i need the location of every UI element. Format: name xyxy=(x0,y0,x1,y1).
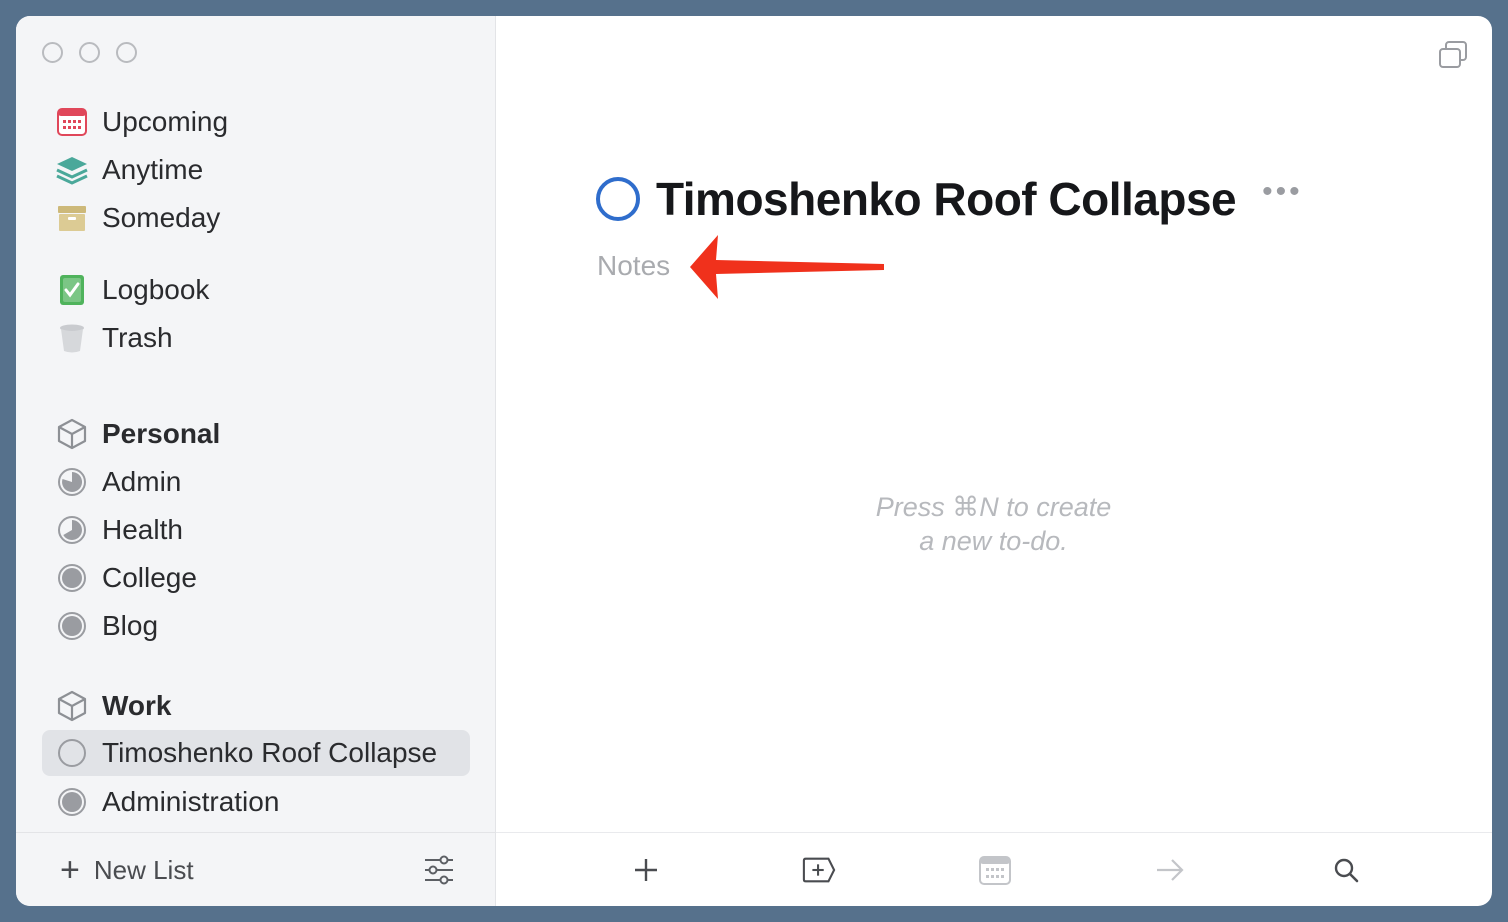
project-title[interactable]: Timoshenko Roof Collapse xyxy=(656,172,1237,226)
sliders-icon xyxy=(425,855,453,885)
move-button xyxy=(1153,853,1187,887)
area-box-icon xyxy=(56,418,88,450)
trash-icon xyxy=(56,322,88,354)
sidebar-project-college[interactable]: College xyxy=(42,555,197,601)
sidebar-item-label: Logbook xyxy=(102,274,210,305)
sidebar-item-logbook[interactable]: Logbook xyxy=(42,267,209,313)
sidebar-project-label: Health xyxy=(102,514,183,545)
archive-box-icon xyxy=(56,202,88,234)
empty-hint-line: a new to-do. xyxy=(919,526,1068,556)
annotation-arrow xyxy=(690,235,884,299)
project-progress-icon xyxy=(56,514,88,546)
sidebar-area-label: Personal xyxy=(102,418,221,449)
plus-icon xyxy=(635,859,657,881)
sidebar-item-label: Trash xyxy=(102,322,173,353)
sidebar-project-health[interactable]: Health xyxy=(42,507,183,553)
duplicate-window-icon xyxy=(1439,41,1467,68)
filter-settings-button[interactable] xyxy=(422,853,456,887)
sidebar-area-work[interactable]: Work xyxy=(42,683,172,729)
sidebar-project-blog[interactable]: Blog xyxy=(42,603,158,649)
empty-state-hint: Press ⌘N to create a new to-do. xyxy=(796,490,1191,558)
sidebar-project-administration[interactable]: Administration xyxy=(42,779,279,825)
project-progress-icon xyxy=(56,737,88,769)
close-window-button[interactable] xyxy=(42,42,63,63)
sidebar-area-label: Work xyxy=(102,690,172,721)
main-content: Timoshenko Roof Collapse ••• Notes Press… xyxy=(496,16,1492,906)
new-list-button[interactable]: + New List xyxy=(60,853,194,887)
sidebar-area-personal[interactable]: Personal xyxy=(42,411,220,457)
calendar-icon xyxy=(979,856,1011,885)
sidebar-project-label: Timoshenko Roof Collapse xyxy=(102,737,438,768)
project-complete-checkbox[interactable] xyxy=(596,177,640,221)
sidebar-item-anytime[interactable]: Anytime xyxy=(42,147,203,193)
project-progress-icon xyxy=(56,786,88,818)
project-progress-icon xyxy=(56,610,88,642)
new-todo-button[interactable] xyxy=(629,853,663,887)
project-heading: Timoshenko Roof Collapse ••• xyxy=(596,172,1303,226)
checkmark-book-icon xyxy=(56,274,88,306)
plus-icon: + xyxy=(60,851,80,889)
notes-field[interactable]: Notes xyxy=(597,250,670,282)
window-controls xyxy=(42,42,137,63)
add-heading-icon xyxy=(802,857,836,883)
project-progress-icon xyxy=(56,466,88,498)
area-box-icon xyxy=(56,690,88,722)
project-progress-icon xyxy=(56,562,88,594)
zoom-window-button[interactable] xyxy=(116,42,137,63)
sidebar-item-label: Anytime xyxy=(102,154,204,185)
arrow-right-icon xyxy=(1157,859,1184,881)
new-heading-button[interactable] xyxy=(802,853,836,887)
more-options-button[interactable]: ••• xyxy=(1262,177,1303,207)
sidebar-item-label: Someday xyxy=(102,202,221,233)
sidebar-project-label: College xyxy=(102,562,197,593)
sidebar-item-trash[interactable]: Trash xyxy=(42,315,173,361)
sidebar-project-label: Administration xyxy=(102,786,280,817)
sidebar-project-admin[interactable]: Admin xyxy=(42,459,181,505)
sidebar-item-upcoming[interactable]: Upcoming xyxy=(42,99,228,145)
schedule-button xyxy=(978,853,1012,887)
new-list-label: New List xyxy=(93,854,194,885)
new-window-button[interactable] xyxy=(1438,40,1468,70)
search-button[interactable] xyxy=(1329,853,1363,887)
sidebar: Upcoming Anytime Someday Logbook Trash P… xyxy=(16,16,496,906)
sidebar-project-label: Blog xyxy=(102,610,159,641)
sidebar-footer: + New List xyxy=(16,832,495,906)
app-window: Upcoming Anytime Someday Logbook Trash P… xyxy=(16,16,1492,906)
minimize-window-button[interactable] xyxy=(79,42,100,63)
layers-icon xyxy=(56,154,88,186)
search-icon xyxy=(1334,858,1359,883)
calendar-icon xyxy=(56,106,88,138)
sidebar-item-someday[interactable]: Someday xyxy=(42,195,220,241)
empty-hint-line: Press ⌘N to create xyxy=(875,492,1112,522)
bottom-toolbar xyxy=(496,832,1492,906)
sidebar-project-label: Admin xyxy=(102,466,182,497)
sidebar-project-timoshenko-roof-collapse[interactable]: Timoshenko Roof Collapse xyxy=(42,730,470,776)
sidebar-item-label: Upcoming xyxy=(102,106,229,137)
